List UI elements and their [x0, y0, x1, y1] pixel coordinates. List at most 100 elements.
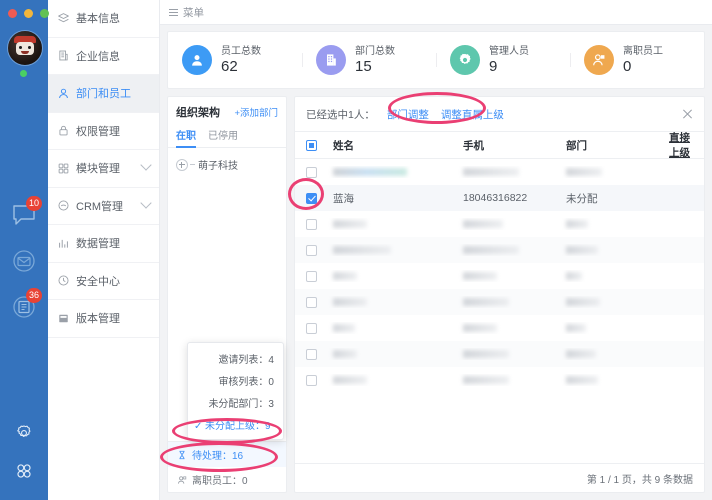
table-row[interactable]: [295, 341, 704, 367]
footer-pending-row[interactable]: 待处理：16: [168, 442, 286, 467]
rail-item-apps[interactable]: [0, 452, 48, 490]
org-tabs: 在职 已停用: [168, 124, 286, 148]
popup-item-review-list[interactable]: 审核列表：0: [188, 369, 283, 391]
menu-item-security[interactable]: 安全中心: [48, 263, 159, 301]
avatar-eye-left: [19, 46, 22, 49]
stat-card-total-employees: 员工总数 62: [168, 45, 302, 75]
rail-item-documents[interactable]: 36: [0, 284, 48, 330]
cell-phone: [457, 166, 560, 178]
cell-department: [560, 296, 663, 308]
table-header-row: 姓名 手机 部门 直接上级: [295, 132, 704, 159]
add-department-button[interactable]: +添加部门: [234, 105, 278, 119]
department-adjust-button[interactable]: 部门调整: [387, 107, 429, 122]
column-header-phone[interactable]: 手机: [457, 138, 560, 153]
close-window-button[interactable]: [8, 9, 17, 18]
popup-item-invite-list[interactable]: 邀请列表：4: [188, 347, 283, 369]
selection-count-text: 已经选中1人：: [306, 107, 375, 122]
org-structure-panel: 组织架构 +添加部门 在职 已停用 萌子科技 邀请列表：4: [167, 96, 287, 493]
chevron-down-icon[interactable]: [140, 160, 151, 171]
table-row[interactable]: 蓝海 18046316822 未分配: [295, 185, 704, 211]
cell-name: [327, 348, 457, 360]
column-header-department[interactable]: 部门: [560, 138, 663, 153]
column-header-name[interactable]: 姓名: [327, 138, 457, 153]
table-row[interactable]: [295, 315, 704, 341]
chevron-down-icon[interactable]: [140, 197, 151, 208]
cell-name: [327, 374, 457, 386]
stat-card-resigned-employees: 离职员工 0: [570, 45, 704, 75]
menu-item-company-info[interactable]: 企业信息: [48, 38, 159, 76]
layers-icon: [56, 11, 70, 25]
menu-item-label: 安全中心: [76, 273, 120, 289]
menu-item-version[interactable]: 版本管理: [48, 300, 159, 338]
menu-item-data[interactable]: 数据管理: [48, 225, 159, 263]
stat-label: 部门总数: [355, 45, 395, 58]
gear-icon: [450, 45, 480, 75]
rail-item-chat[interactable]: 10: [0, 192, 48, 238]
cell-department: [560, 322, 663, 334]
menu-item-crm[interactable]: CRM管理: [48, 188, 159, 226]
avatar[interactable]: [7, 30, 43, 66]
minimize-window-button[interactable]: [24, 9, 33, 18]
chat-badge: 10: [26, 196, 42, 211]
row-checkbox[interactable]: [306, 323, 317, 334]
tree-node-root[interactable]: 萌子科技: [176, 157, 278, 172]
close-icon[interactable]: [682, 109, 693, 120]
select-all-checkbox[interactable]: [306, 140, 317, 151]
table-row[interactable]: [295, 159, 704, 185]
left-rail: 10 36: [0, 0, 48, 500]
cell-name: [327, 244, 457, 256]
cell-phone: 18046316822: [457, 192, 560, 204]
tree-connector: [190, 164, 195, 165]
menu-item-basic-info[interactable]: 基本信息: [48, 0, 159, 38]
tab-disabled-employees[interactable]: 已停用: [208, 124, 238, 147]
menu-item-departments-employees[interactable]: 部门和员工: [48, 75, 159, 113]
row-checkbox[interactable]: [306, 193, 317, 204]
table-row[interactable]: [295, 289, 704, 315]
cell-phone: [457, 348, 560, 360]
row-checkbox[interactable]: [306, 219, 317, 230]
row-checkbox-cell: [295, 219, 327, 230]
cell-name: [327, 218, 457, 230]
row-checkbox[interactable]: [306, 271, 317, 282]
menu-item-modules[interactable]: 模块管理: [48, 150, 159, 188]
popup-item-label: 未分配上级：9: [205, 421, 271, 432]
table-row[interactable]: [295, 211, 704, 237]
table-row[interactable]: [295, 367, 704, 393]
top-bar: 菜单: [160, 0, 712, 25]
rail-item-mail[interactable]: [0, 238, 48, 284]
row-checkbox-cell: [295, 245, 327, 256]
menu-item-label: CRM管理: [76, 198, 123, 214]
row-checkbox[interactable]: [306, 297, 317, 308]
table-row[interactable]: [295, 237, 704, 263]
cell-department: 未分配: [560, 191, 663, 206]
online-status-dot: [20, 70, 27, 77]
stat-card-total-departments: 部门总数 15: [302, 45, 436, 75]
cell-phone: [457, 374, 560, 386]
cell-name: [327, 166, 457, 178]
content-area: 组织架构 +添加部门 在职 已停用 萌子科技 邀请列表：4: [167, 96, 705, 493]
shield-clock-icon: [56, 274, 70, 288]
person-icon: [182, 45, 212, 75]
footer-resigned-row[interactable]: 离职员工：0: [168, 467, 286, 492]
column-header-supervisor[interactable]: 直接上级: [663, 130, 704, 160]
employee-table-panel: 已经选中1人： 部门调整 调整直属上级 姓名 手机 部门 直接上级: [294, 96, 705, 493]
adjust-direct-supervisor-button[interactable]: 调整直属上级: [441, 107, 504, 122]
popup-item-unassigned-supervisor[interactable]: ✓未分配上级：9: [188, 413, 283, 435]
table-row[interactable]: [295, 263, 704, 289]
menu-item-permissions[interactable]: 权限管理: [48, 113, 159, 151]
org-filter-popup: 邀请列表：4 审核列表：0 未分配部门：3 ✓未分配上级：9: [187, 342, 284, 440]
row-checkbox[interactable]: [306, 167, 317, 178]
popup-item-unassigned-dept[interactable]: 未分配部门：3: [188, 391, 283, 413]
row-checkbox[interactable]: [306, 349, 317, 360]
row-checkbox[interactable]: [306, 245, 317, 256]
hamburger-icon[interactable]: [169, 9, 178, 16]
tab-active-employees[interactable]: 在职: [176, 124, 196, 147]
building-icon: [316, 45, 346, 75]
row-checkbox[interactable]: [306, 375, 317, 386]
row-checkbox-cell: [295, 349, 327, 360]
expand-icon[interactable]: [176, 159, 188, 171]
stat-label: 管理人员: [489, 45, 529, 58]
selection-bar: 已经选中1人： 部门调整 调整直属上级: [295, 97, 704, 132]
rail-item-settings[interactable]: [0, 414, 48, 452]
check-icon: ✓: [194, 421, 203, 432]
